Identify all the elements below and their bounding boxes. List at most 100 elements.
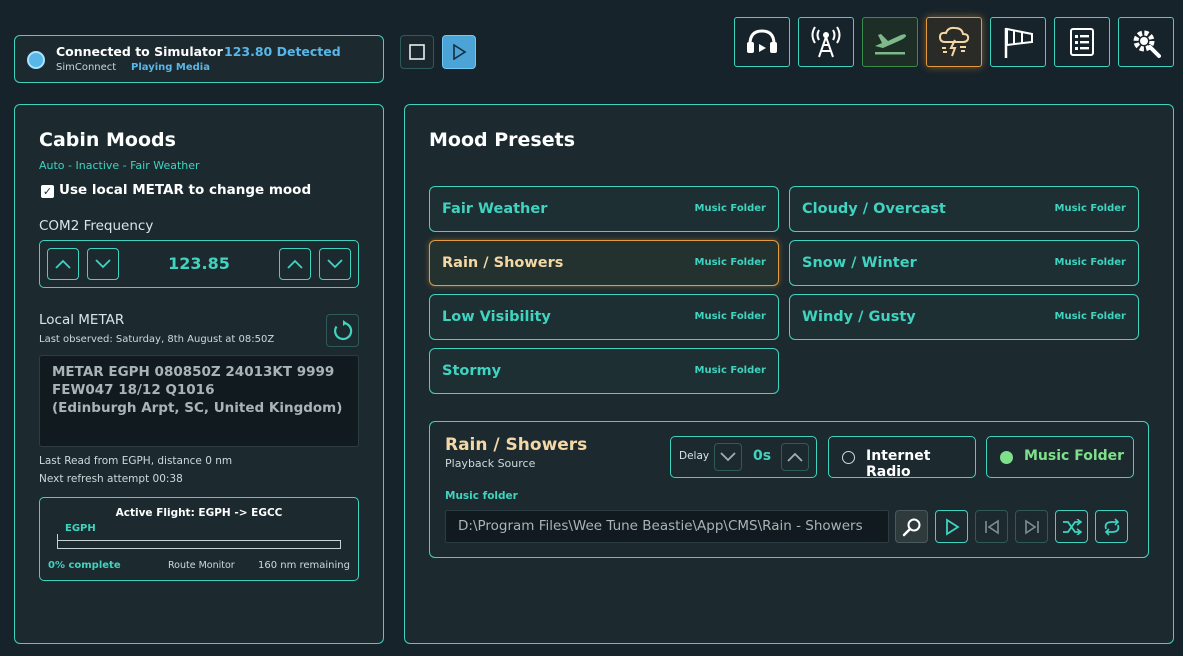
detected-frequency-text: 123.80 Detected [224,44,341,59]
play-icon [453,44,467,60]
metar-checkbox-label[interactable]: Use local METAR to change mood [59,182,311,198]
preset-name: Cloudy / Overcast [802,201,946,217]
repeat-icon [1104,517,1119,536]
radio-selected-icon [1000,451,1013,464]
com2-khz-down-button[interactable] [319,248,351,280]
checklist-button[interactable] [1054,17,1110,67]
metar-line-1: METAR EGPH 080850Z 24013KT 9999 [52,364,335,380]
delay-control: Delay 0s [670,436,817,478]
refresh-icon [333,319,352,340]
flight-complete-text: 0% complete [48,560,121,571]
windsock-button[interactable] [990,17,1046,67]
previous-track-button[interactable] [975,510,1008,543]
internet-radio-label: Internet Radio [866,448,931,480]
active-flight-title: Active Flight: EGPH -> EGCC [115,507,283,519]
preset-name: Snow / Winter [802,255,917,271]
route-monitor-label: Route Monitor [168,560,235,571]
radio-tower-button[interactable] [798,17,854,67]
preset-name: Low Visibility [442,309,551,325]
radio-unselected-icon [842,451,855,464]
takeoff-icon [875,34,906,55]
shuffle-button[interactable] [1055,510,1088,543]
chevron-down-icon [720,452,736,462]
connection-indicator-icon [27,51,45,69]
preset-type: Music Folder [694,365,766,376]
chevron-up-icon [287,259,303,269]
preset-type: Music Folder [694,311,766,322]
play-button[interactable] [442,35,476,69]
last-read-text: Last Read from EGPH, distance 0 nm [39,455,233,467]
preset-name: Rain / Showers [442,255,564,271]
weather-icon [938,26,970,57]
connection-status-panel: Connected to Simulator 123.80 Detected S… [14,35,384,83]
headset-icon [747,29,777,53]
preset-windy-gusty[interactable]: Windy / Gusty Music Folder [789,294,1139,340]
checklist-icon [1070,28,1094,56]
chevron-up-icon [787,452,803,462]
settings-button[interactable] [1118,17,1174,67]
mood-status-text: Auto - Inactive - Fair Weather [39,159,200,172]
preset-name: Stormy [442,363,502,379]
preset-type: Music Folder [694,203,766,214]
browse-folder-button[interactable] [895,510,928,543]
distance-remaining-text: 160 nm remaining [257,560,350,571]
delay-increase-button[interactable] [781,443,809,471]
media-status-text: Playing Media [131,62,210,73]
skip-back-icon [984,519,999,534]
preset-type: Music Folder [1054,311,1126,322]
music-folder-label: Music Folder [1024,448,1125,464]
route-progress-bar [57,540,341,549]
preset-fair-weather[interactable]: Fair Weather Music Folder [429,186,779,232]
takeoff-button[interactable] [862,17,918,67]
next-track-button[interactable] [1015,510,1048,543]
connection-status-text: Connected to Simulator [56,44,223,59]
connection-source-text: SimConnect [56,62,117,73]
chevron-down-icon [327,259,343,269]
shuffle-icon [1062,518,1082,535]
delay-label: Delay [679,450,710,462]
preview-play-button[interactable] [935,510,968,543]
preset-name: Fair Weather [442,201,548,217]
playback-source-panel: Rain / Showers Playback Source Delay 0s … [429,421,1149,558]
cabin-moods-title: Cabin Moods [39,129,176,151]
skip-forward-icon [1024,519,1039,534]
metar-text-box: METAR EGPH 080850Z 24013KT 9999 FEW047 1… [39,355,359,447]
mood-presets-panel: Mood Presets Fair Weather Music Folder C… [404,104,1174,644]
refresh-metar-button[interactable] [326,314,359,347]
preset-low-visibility[interactable]: Low Visibility Music Folder [429,294,779,340]
preset-cloudy-overcast[interactable]: Cloudy / Overcast Music Folder [789,186,1139,232]
music-folder-label-text: Music folder [445,490,518,502]
active-flight-box: Active Flight: EGPH -> EGCC EGPH 0% comp… [39,497,359,581]
metar-checkbox[interactable]: ✓ [41,185,54,198]
settings-icon [1133,30,1161,58]
local-metar-label: Local METAR [39,312,125,328]
preset-type: Music Folder [1054,203,1126,214]
play-icon [945,517,960,536]
music-folder-option[interactable]: Music Folder [986,436,1134,478]
preset-snow-winter[interactable]: Snow / Winter Music Folder [789,240,1139,286]
last-observed-text: Last observed: Saturday, 8th August at 0… [39,334,275,345]
preset-rain-showers[interactable]: Rain / Showers Music Folder [429,240,779,286]
delay-decrease-button[interactable] [714,443,742,471]
weather-button[interactable] [926,17,982,67]
preset-type: Music Folder [694,257,766,268]
stop-button[interactable] [400,35,434,69]
metar-line-3: (Edinburgh Arpt, SC, United Kingdom) [52,400,343,416]
preset-type: Music Folder [1054,257,1126,268]
windsock-icon [1004,27,1033,58]
metar-line-2: FEW047 18/12 Q1016 [52,382,215,398]
com2-label: COM2 Frequency [39,218,154,234]
internet-radio-option[interactable]: Internet Radio [828,436,976,480]
folder-path-input[interactable]: D:\Program Files\Wee Tune Beastie\App\CM… [445,510,889,543]
cabin-moods-panel: Cabin Moods Auto - Inactive - Fair Weath… [14,104,384,644]
com2-khz-up-button[interactable] [279,248,311,280]
preset-name: Windy / Gusty [802,309,916,325]
delay-value: 0s [753,448,772,464]
radio-tower-icon [811,26,841,58]
flight-origin-label: EGPH [65,523,96,534]
repeat-button[interactable] [1095,510,1128,543]
search-icon [902,518,920,536]
preset-stormy[interactable]: Stormy Music Folder [429,348,779,394]
next-refresh-text: Next refresh attempt 00:38 [39,473,183,485]
headset-button[interactable] [734,17,790,67]
